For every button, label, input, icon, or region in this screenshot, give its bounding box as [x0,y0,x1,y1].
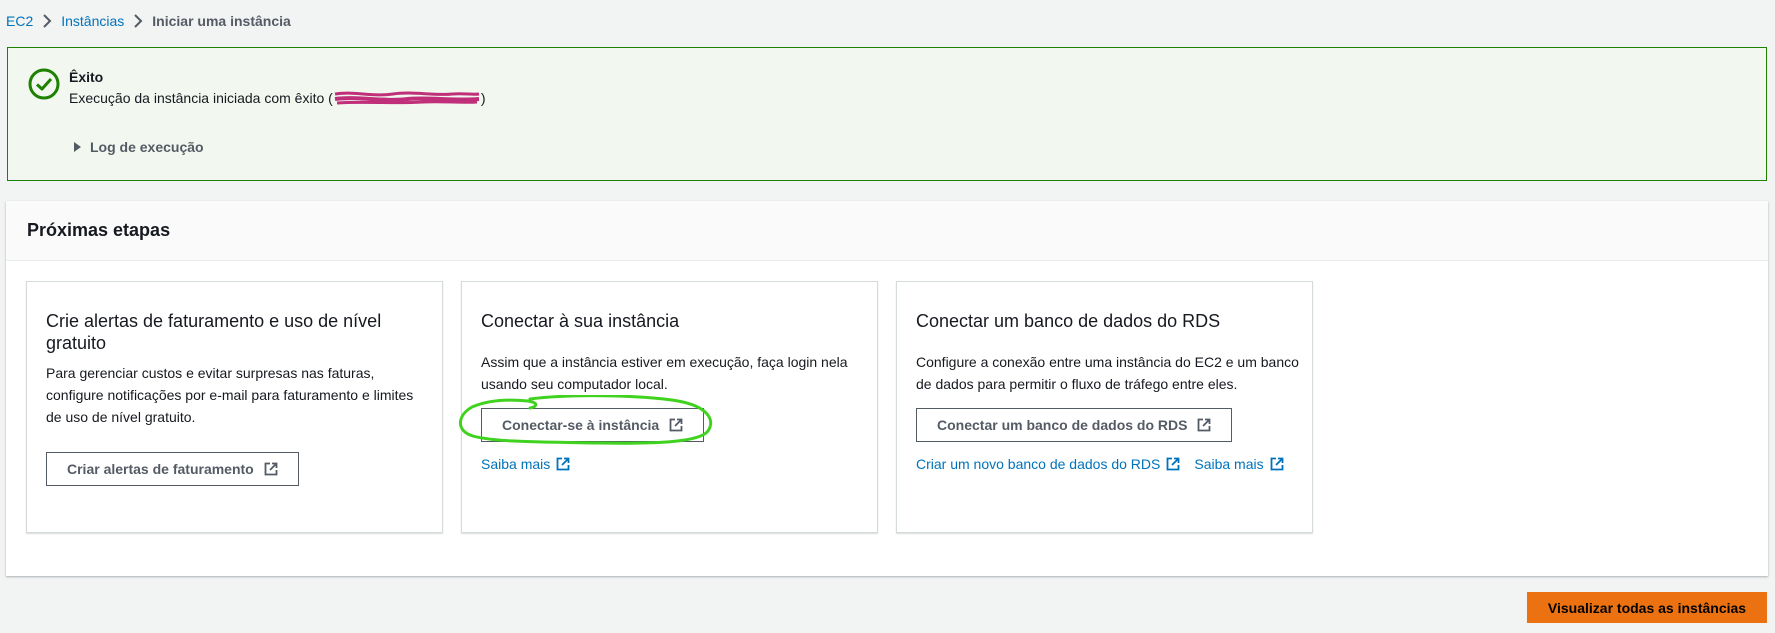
external-link-icon [556,457,570,471]
breadcrumb-instances[interactable]: Instâncias [61,13,124,29]
card-description: Assim que a instância estiver em execuçã… [481,354,848,392]
button-label: Conectar um banco de dados do RDS [937,417,1188,433]
success-flash: Êxito Execução da instância iniciada com… [7,47,1767,181]
card-connect-rds: Conectar um banco de dados do RDS Config… [896,281,1313,533]
flash-title: Êxito [69,69,104,85]
external-link-icon [1270,457,1284,471]
card-links: Saiba mais [481,456,570,472]
breadcrumb-current: Iniciar uma instância [152,13,291,29]
card-title: Crie alertas de faturamento e uso de nív… [46,311,382,353]
card-billing-alerts: Crie alertas de faturamento e uso de nív… [26,281,443,533]
connect-rds-button[interactable]: Conectar um banco de dados do RDS [916,408,1233,442]
external-link-icon [264,462,278,476]
card-title: Conectar à sua instância [481,311,680,331]
view-all-instances-button[interactable]: Visualizar todas as instâncias [1527,592,1767,623]
learn-more-link[interactable]: Saiba mais [481,456,570,472]
check-circle-icon [28,68,60,100]
external-link-icon [1198,418,1211,432]
card-description: Para gerenciar custos e evitar surpresas… [46,365,414,425]
breadcrumb-ec2[interactable]: EC2 [6,13,33,29]
button-label: Conectar-se à instância [502,417,660,433]
redacted-instance-id[interactable] [333,91,481,105]
card-description: Configure a conexão entre uma instância … [916,354,1299,392]
flash-message: Execução da instância iniciada com êxito… [69,90,485,106]
link-label: Criar um novo banco de dados do RDS [916,456,1161,472]
flash-message-prefix: Execução da instância iniciada com êxito… [69,90,333,106]
caret-right-icon [74,142,81,152]
chevron-right-icon [33,14,61,28]
create-billing-alerts-button[interactable]: Criar alertas de faturamento [46,452,299,486]
card-links: Criar um novo banco de dados do RDS Saib… [916,456,1284,472]
learn-more-link[interactable]: Saiba mais [1194,456,1284,472]
link-label: Saiba mais [481,456,551,472]
link-label: Saiba mais [1194,456,1264,472]
flash-message-suffix: ) [480,90,486,106]
card-title: Conectar um banco de dados do RDS [916,311,1221,331]
chevron-right-icon [124,14,152,28]
next-steps-header: Próximas etapas [6,201,1768,261]
button-label: Criar alertas de faturamento [67,461,254,477]
next-steps-container: Próximas etapas Crie alertas de faturame… [6,201,1768,576]
external-link-icon [1166,457,1180,471]
connect-instance-button[interactable]: Conectar-se à instância [481,408,705,442]
launch-log-toggle[interactable]: Log de execução [74,139,204,155]
external-link-icon [669,418,683,432]
create-rds-database-link[interactable]: Criar um novo banco de dados do RDS [916,456,1180,472]
card-connect-instance: Conectar à sua instância Assim que a ins… [461,281,878,533]
launch-log-label: Log de execução [90,139,204,155]
breadcrumb: EC2 Instâncias Iniciar uma instância [6,11,291,31]
